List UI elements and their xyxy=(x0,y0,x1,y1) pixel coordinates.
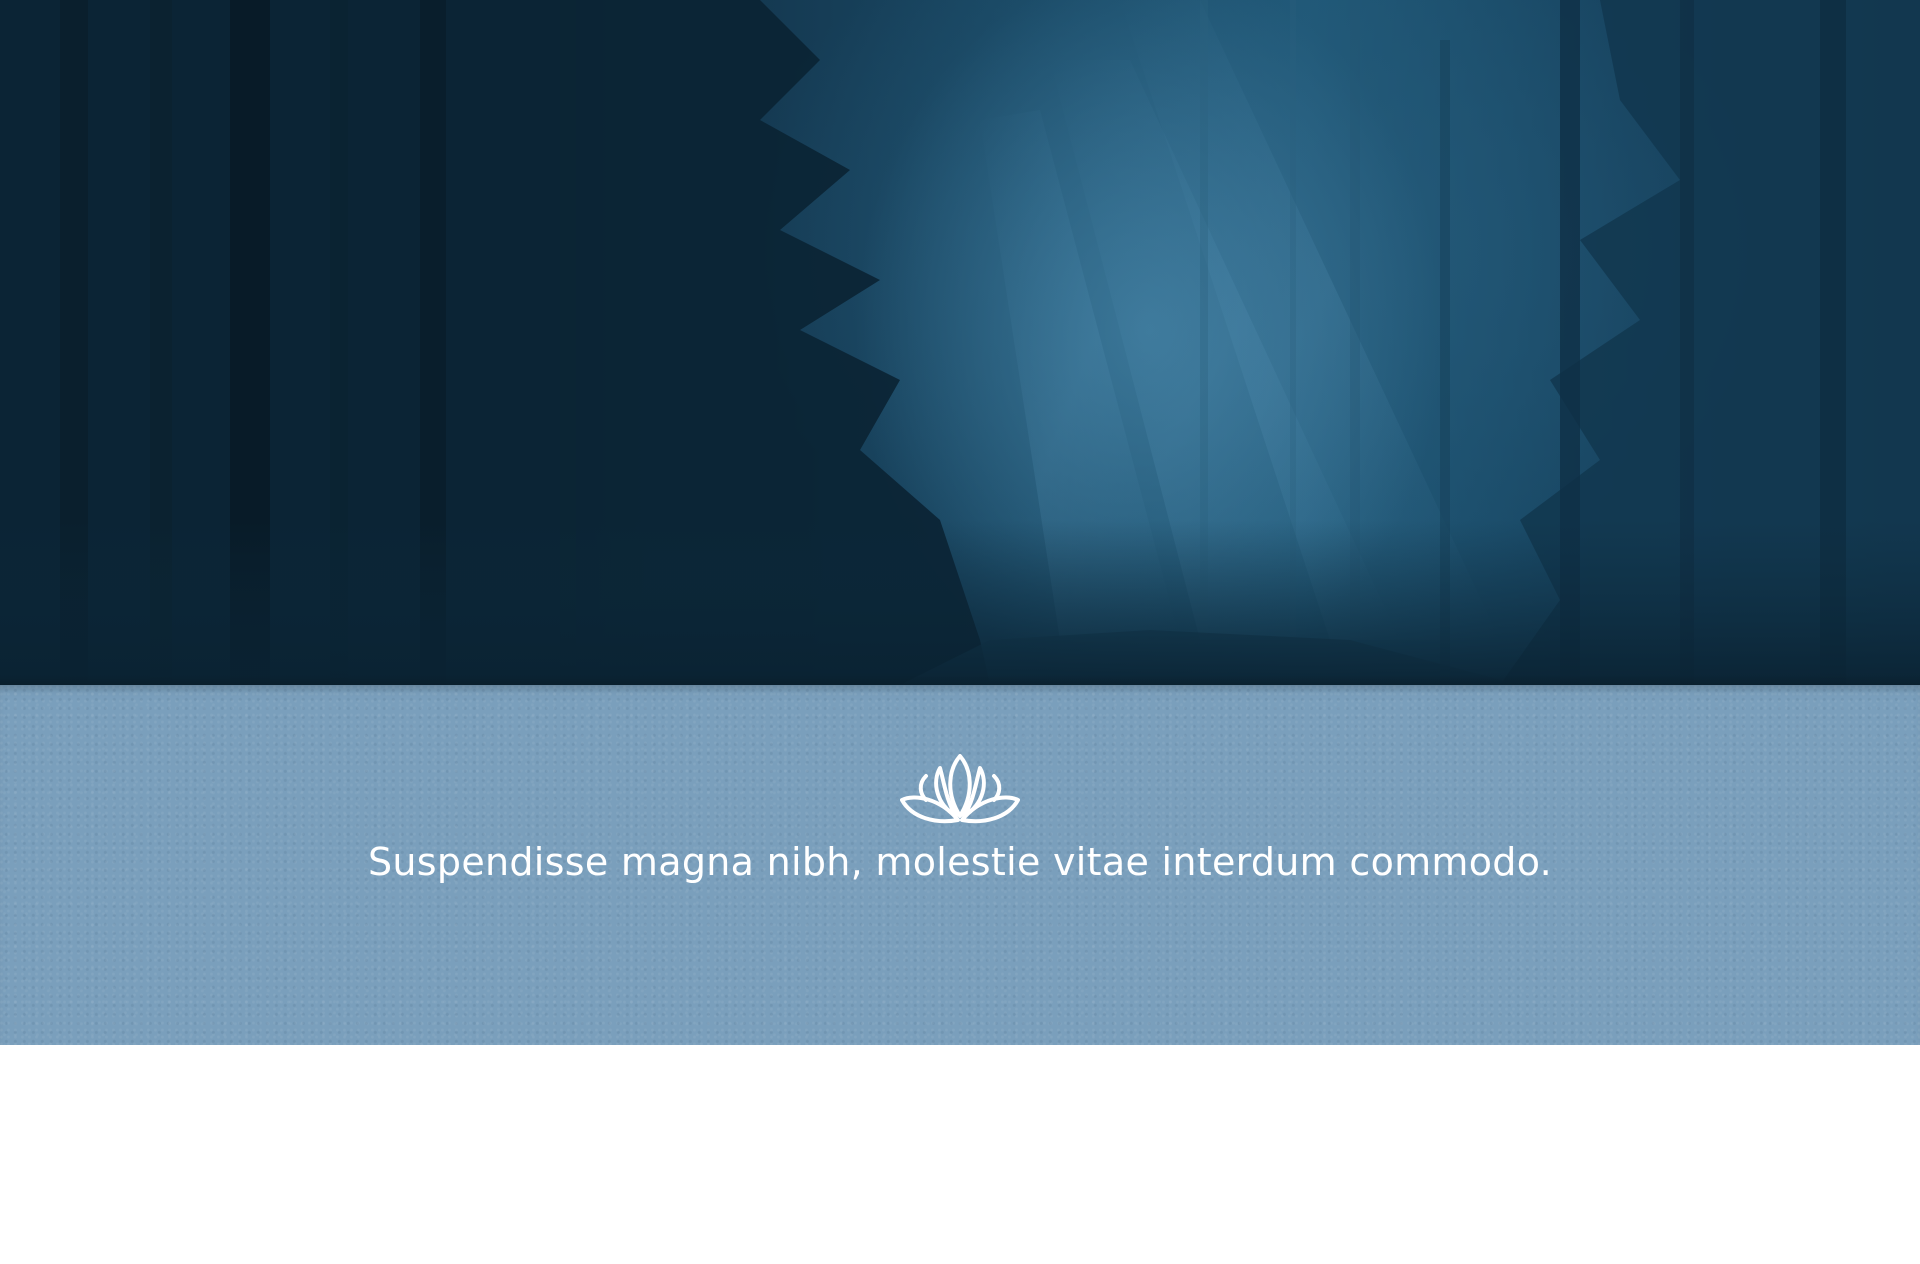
blank-area xyxy=(0,1045,1920,1264)
tagline-text: Suspendisse magna nibh, molestie vitae i… xyxy=(368,840,1552,884)
forest-photo xyxy=(0,0,1920,685)
hero-bottom-shadow xyxy=(0,675,1920,685)
page: Suspendisse magna nibh, molestie vitae i… xyxy=(0,0,1920,1264)
tagline-band: Suspendisse magna nibh, molestie vitae i… xyxy=(0,685,1920,1045)
hero-image xyxy=(0,0,1920,685)
lotus-icon xyxy=(900,754,1020,824)
